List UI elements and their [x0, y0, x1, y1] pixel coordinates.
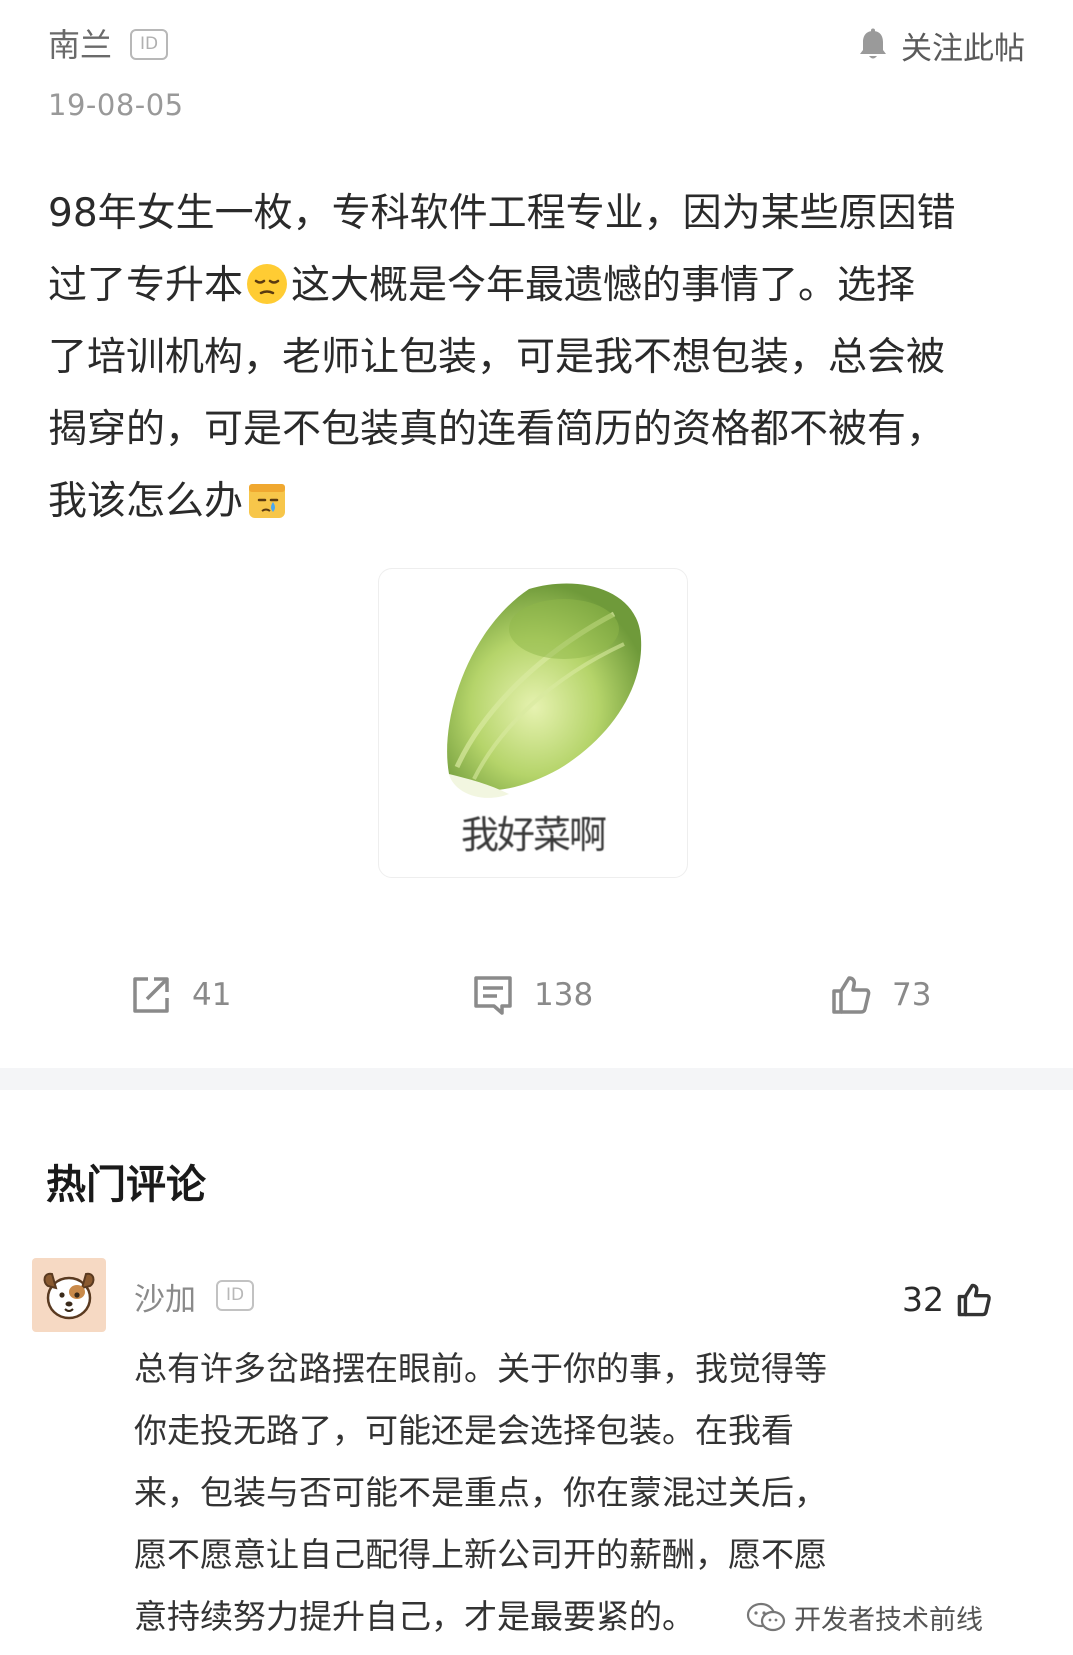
share-count: 41	[192, 977, 232, 1013]
post-line: 我该怎么办	[48, 466, 1028, 538]
id-badge: ID	[216, 1280, 254, 1311]
dog-avatar-icon	[43, 1272, 95, 1320]
post-line: 揭穿的，可是不包装真的连看简历的资格都不被有，	[48, 407, 946, 452]
comment-count: 138	[534, 977, 594, 1013]
follow-post-button[interactable]: 关注此帖	[857, 22, 1025, 68]
post-line-segment: 我该怎么办	[48, 479, 244, 524]
comment-line: 总有许多岔路摆在眼前。关于你的事，我觉得等	[134, 1349, 827, 1388]
follow-label: 关注此帖	[901, 30, 1025, 67]
thumbs-up-icon	[832, 976, 871, 1014]
id-badge: ID	[130, 29, 168, 60]
comment-author[interactable]: 沙加	[134, 1274, 196, 1319]
avatar[interactable]	[32, 1258, 106, 1332]
watermark: 开发者技术前线	[746, 1598, 983, 1637]
section-divider	[0, 1068, 1073, 1090]
watermark-text: 开发者技术前线	[794, 1605, 983, 1636]
post-actions-bar: 41 138 73	[0, 960, 1073, 1030]
hot-comments-title: 热门评论	[46, 1162, 206, 1208]
comment-line: 愿不愿意让自己配得上新公司开的薪酬，愿不愿	[134, 1535, 827, 1574]
pensive-face-icon	[247, 264, 288, 304]
crying-gift-icon	[249, 484, 286, 518]
comment-line: 你走投无路了，可能还是会选择包装。在我看	[134, 1411, 794, 1450]
post-line: 98年女生一枚，专科软件工程专业，因为某些原因错	[48, 191, 956, 236]
post-line-segment: 这大概是今年最遗憾的事情了。选择	[291, 263, 916, 308]
comment-like-count: 32	[902, 1280, 944, 1319]
post-date: 19-08-05	[48, 88, 184, 122]
post-line-segment: 过了专升本	[48, 263, 244, 308]
comment-button[interactable]: 138	[472, 960, 593, 1030]
comment-line: 来，包装与否可能不是重点，你在蒙混过关后，	[134, 1473, 827, 1512]
author-name[interactable]: 南兰	[48, 22, 112, 68]
like-button[interactable]: 73	[830, 960, 931, 1030]
wechat-icon	[746, 1602, 786, 1631]
like-count: 73	[892, 977, 932, 1013]
sticker-caption: 我好菜啊	[460, 813, 607, 857]
comment-icon	[474, 976, 512, 1015]
post-line: 过了专升本 这大概是今年最遗憾的事情了。选择	[48, 250, 1028, 322]
comment-item: 沙加 ID 32 总有许多岔路摆在眼前。关于你的事，我觉得等 你走投无路了，可能…	[32, 1258, 1042, 1638]
share-button[interactable]: 41	[130, 960, 231, 1030]
cabbage-sticker-image[interactable]: 我好菜啊	[378, 568, 688, 878]
post-header: 南兰 ID 关注此帖	[48, 22, 1025, 72]
bell-icon	[860, 28, 886, 59]
comment-like-button[interactable]: 32	[902, 1280, 992, 1319]
post-body: 98年女生一枚，专科软件工程专业，因为某些原因错 过了专升本 这大概是今年最遗憾…	[48, 178, 1028, 538]
share-icon	[133, 977, 169, 1013]
thumbs-up-icon	[957, 1283, 991, 1316]
post-line: 了培训机构，老师让包装，可是我不想包装，总会被	[48, 335, 946, 380]
